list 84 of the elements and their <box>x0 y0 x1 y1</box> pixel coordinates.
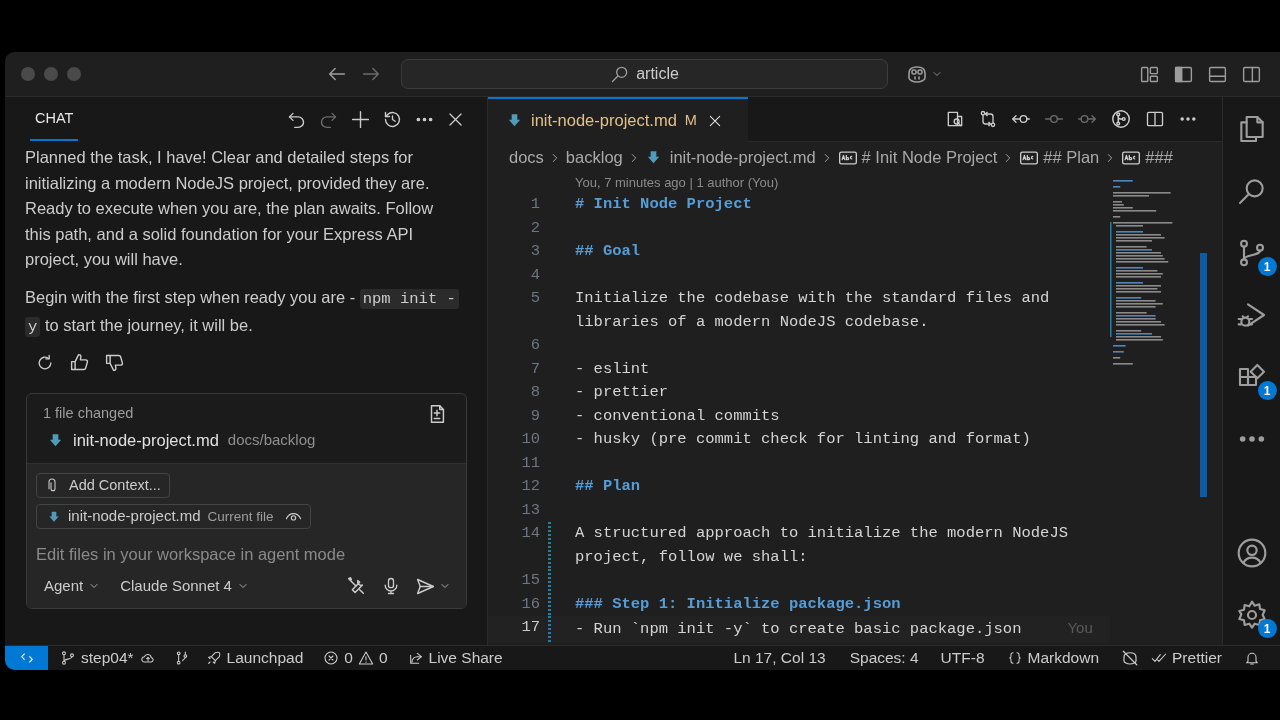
encoding-item[interactable]: UTF-8 <box>940 646 985 670</box>
graph-icon[interactable] <box>1110 108 1132 130</box>
line-number: 14 <box>520 523 540 544</box>
code-line: - prettier <box>575 383 668 401</box>
breadcrumb-item[interactable]: ## Plan <box>1043 145 1100 170</box>
settings-icon[interactable] <box>1235 599 1268 631</box>
line-number: 1 <box>529 194 540 215</box>
line-number: 16 <box>520 593 540 615</box>
mode-dropdown[interactable]: Agent <box>44 575 101 598</box>
editor-tab[interactable]: init-node-project.md M <box>488 97 748 142</box>
code-line: ## Goal <box>575 242 641 260</box>
code-line: - eslint <box>575 359 650 378</box>
compare-icon[interactable] <box>978 109 998 129</box>
rocket-icon <box>205 650 222 666</box>
plus-icon[interactable] <box>350 108 371 130</box>
markdown-file-icon <box>47 509 61 524</box>
line-number: 8 <box>529 382 540 403</box>
markdown-file-icon <box>506 112 523 129</box>
code-line: - conventional commits <box>575 406 780 425</box>
changed-file-item[interactable]: init-node-project.md docs/backlog <box>47 427 466 454</box>
chat-message: Planned the task, I have! Clear and detailed steps for initializing a modern NodeJS project, provided they are. Ready to execute when you are, the plan awaits. Follow this path, and a solid foundation for your Express API project, you will have. <box>25 147 435 271</box>
breadcrumb-item[interactable]: docs <box>509 145 544 170</box>
line-number: 4 <box>529 264 540 286</box>
code-line: - Run `npm init -y` to create basic package.json <box>575 620 1022 638</box>
error-icon <box>323 650 340 666</box>
code-line: A structured approach to initialize the modern NodeJS project, follow we shall: <box>575 524 1069 566</box>
code-line: ### Step 1: Initialize package.json <box>575 594 901 613</box>
live-share-item[interactable]: Live Share <box>407 646 503 670</box>
bell-icon[interactable] <box>1244 650 1260 666</box>
branch-item[interactable]: step04* <box>60 646 134 670</box>
copilot-icon[interactable] <box>1121 649 1140 667</box>
scrollbar-thumb[interactable] <box>1200 253 1207 497</box>
branch-icon <box>60 650 76 666</box>
prettier-item[interactable]: Prettier <box>1151 646 1222 670</box>
notification-badge: 1 <box>1257 381 1277 400</box>
line-number: 15 <box>520 570 540 591</box>
code-line: # Init Node Project <box>575 195 752 213</box>
cursor-position-item[interactable]: Ln 17, Col 13 <box>733 646 826 670</box>
split-editor-icon[interactable] <box>1145 109 1165 129</box>
notification-badge: 1 <box>1257 619 1277 638</box>
line-number: 12 <box>520 476 540 497</box>
braces-icon <box>1006 650 1023 666</box>
breadcrumb-item[interactable]: # Init Node Project <box>861 145 998 170</box>
breadcrumb-item[interactable]: init-node-project.md <box>669 145 816 170</box>
modified-marker[interactable] <box>548 569 551 593</box>
line-number: 17 <box>520 617 540 638</box>
line-number: 2 <box>529 217 540 239</box>
attachment-chip[interactable]: init-node-project.md Current file <box>36 504 311 530</box>
warning-icon <box>357 650 374 666</box>
breadcrumb-item[interactable]: ### <box>1145 145 1173 170</box>
code-line: - husky (pre commit check for linting and format) <box>575 430 1031 448</box>
remote-icon <box>18 650 35 666</box>
language-item[interactable]: Markdown <box>1006 646 1100 670</box>
remote-button[interactable] <box>5 645 48 670</box>
account-icon[interactable] <box>1235 537 1268 569</box>
modified-marker[interactable] <box>548 522 551 569</box>
problems-item[interactable]: 0 0 <box>323 646 388 670</box>
modified-marker[interactable] <box>548 592 551 616</box>
open-preview-icon[interactable] <box>945 109 965 129</box>
markdown-file-icon <box>47 431 64 449</box>
chat-tab[interactable]: CHAT <box>30 97 79 141</box>
line-number: 11 <box>520 452 540 474</box>
line-number: 7 <box>529 358 540 380</box>
modified-marker[interactable] <box>548 616 551 642</box>
line-number: 3 <box>529 241 540 262</box>
model-dropdown[interactable]: Claude Sonnet 4 <box>120 575 249 598</box>
line-number: 6 <box>529 335 540 356</box>
thumbs-down-icon[interactable] <box>104 352 125 374</box>
line-number: 9 <box>529 405 540 427</box>
add-context-button[interactable]: Add Context... <box>36 473 170 499</box>
line-number: 5 <box>529 288 540 309</box>
breadcrumb-item[interactable]: backlog <box>565 145 623 170</box>
notification-badge: 1 <box>1257 257 1277 276</box>
blame-annotation[interactable]: You, 7 minutes ago | 1 author (You) <box>575 173 1110 193</box>
line-number: 10 <box>520 429 540 450</box>
changes-summary: 1 file changed <box>43 404 134 424</box>
launchpad-item[interactable]: Launchpad <box>205 646 304 670</box>
code-line: ## Plan <box>575 477 641 495</box>
share-icon <box>407 650 424 666</box>
chat-input-field[interactable]: Edit files in your workspace in agent mode <box>36 539 456 570</box>
indentation-item[interactable]: Spaces: 4 <box>849 646 919 670</box>
line-number: 13 <box>520 499 540 521</box>
code-line: Initialize the codebase with the standard files and libraries of a modern NodeJS codebase. <box>575 289 1051 331</box>
search-field[interactable]: article <box>401 59 888 89</box>
